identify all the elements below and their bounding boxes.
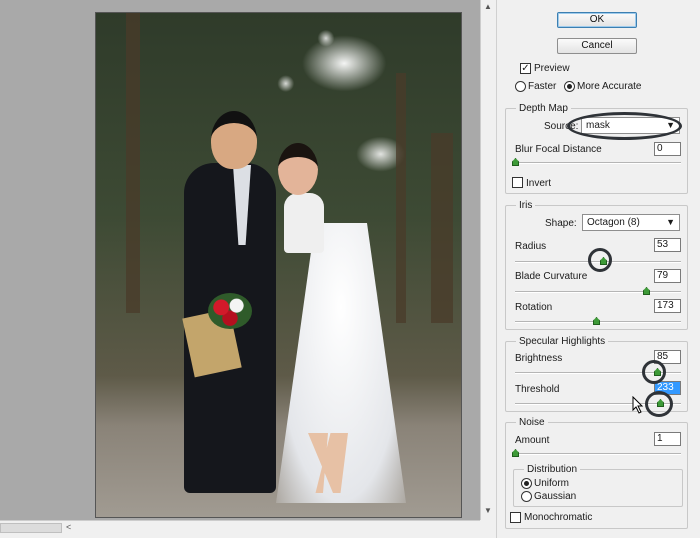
vertical-scrollbar[interactable]: ▲ ▼	[480, 0, 494, 520]
uniform-radio[interactable]	[521, 478, 532, 489]
preview-group: ✓ Preview Faster More Accurate	[505, 62, 688, 96]
shape-dropdown[interactable]: Octagon (8) ▼	[582, 214, 680, 231]
invert-label: Invert	[526, 178, 552, 189]
blur-focal-distance-label: Blur Focal Distance	[515, 144, 602, 155]
uniform-label: Uniform	[534, 478, 570, 489]
invert-checkbox[interactable]	[512, 177, 523, 188]
amount-slider[interactable]	[512, 449, 681, 457]
rotation-label: Rotation	[515, 302, 553, 313]
preview-label: Preview	[534, 63, 570, 74]
monochromatic-label: Monochromatic	[524, 512, 593, 523]
source-highlight-ring	[567, 112, 682, 140]
mouse-cursor-icon	[632, 396, 644, 414]
shape-value: Octagon (8)	[587, 217, 640, 228]
blur-focal-distance-field[interactable]: 0	[654, 142, 681, 156]
bride-head	[278, 143, 318, 195]
brightness-label: Brightness	[515, 353, 563, 364]
specular-highlights-title: Specular Highlights	[516, 336, 609, 347]
scroll-up-arrow-icon[interactable]: ▲	[484, 2, 492, 11]
threshold-highlight-ring	[645, 391, 673, 417]
blur-focal-distance-thumb[interactable]	[512, 158, 519, 166]
threshold-label: Threshold	[515, 384, 560, 395]
checkmark-icon: ✓	[521, 63, 530, 74]
horizontal-scrollbar[interactable]: <	[0, 520, 480, 534]
faster-label: Faster	[528, 81, 557, 92]
iris-title: Iris	[516, 200, 536, 211]
brightness-highlight-ring	[642, 360, 666, 384]
bride-torso	[284, 193, 324, 253]
gaussian-label: Gaussian	[534, 491, 577, 502]
ok-button[interactable]: OK	[557, 12, 637, 28]
faster-radio[interactable]	[515, 81, 526, 92]
horizontal-scroll-thumb[interactable]	[0, 523, 62, 533]
distribution-title: Distribution	[524, 464, 581, 475]
preview-checkbox[interactable]: ✓	[520, 63, 531, 74]
blade-curvature-field[interactable]: 79	[654, 269, 681, 283]
preview-photo	[95, 12, 462, 518]
noise-group: Noise Amount 1 Distribution Uniform Gaus…	[505, 417, 688, 529]
background-tree-trunk	[431, 133, 453, 323]
chevron-down-icon: ▼	[666, 217, 675, 227]
more-accurate-label: More Accurate	[577, 81, 642, 92]
distribution-group: Distribution Uniform Gaussian	[513, 464, 683, 507]
rotation-thumb[interactable]	[593, 317, 600, 325]
blur-focal-distance-slider[interactable]	[512, 158, 681, 166]
background-tree-trunk	[396, 73, 406, 323]
scroll-left-arrow-icon[interactable]: <	[66, 522, 71, 532]
amount-field[interactable]: 1	[654, 432, 681, 446]
bouquet	[208, 293, 252, 329]
radius-field[interactable]: 53	[654, 238, 681, 252]
rotation-slider[interactable]	[515, 317, 681, 325]
radius-label: Radius	[515, 241, 547, 252]
preview-canvas[interactable]	[0, 0, 480, 520]
groom-head	[211, 111, 257, 169]
blade-curvature-thumb[interactable]	[643, 287, 650, 295]
background-tree-trunk	[126, 13, 140, 313]
monochromatic-checkbox[interactable]	[510, 512, 521, 523]
shape-label: Shape:	[545, 218, 577, 229]
more-accurate-radio[interactable]	[564, 81, 575, 92]
gaussian-radio[interactable]	[521, 491, 532, 502]
cancel-button[interactable]: Cancel	[557, 38, 637, 54]
rotation-field[interactable]: 173	[654, 299, 681, 313]
scroll-down-arrow-icon[interactable]: ▼	[484, 506, 492, 515]
amount-label: Amount	[515, 435, 550, 446]
blade-curvature-label: Blade Curvature	[515, 271, 588, 282]
radius-highlight-ring	[588, 248, 612, 272]
blade-curvature-slider[interactable]	[515, 287, 681, 295]
depth-map-title: Depth Map	[516, 103, 571, 114]
panel-divider	[496, 0, 497, 538]
noise-title: Noise	[516, 417, 548, 428]
amount-thumb[interactable]	[512, 449, 519, 457]
